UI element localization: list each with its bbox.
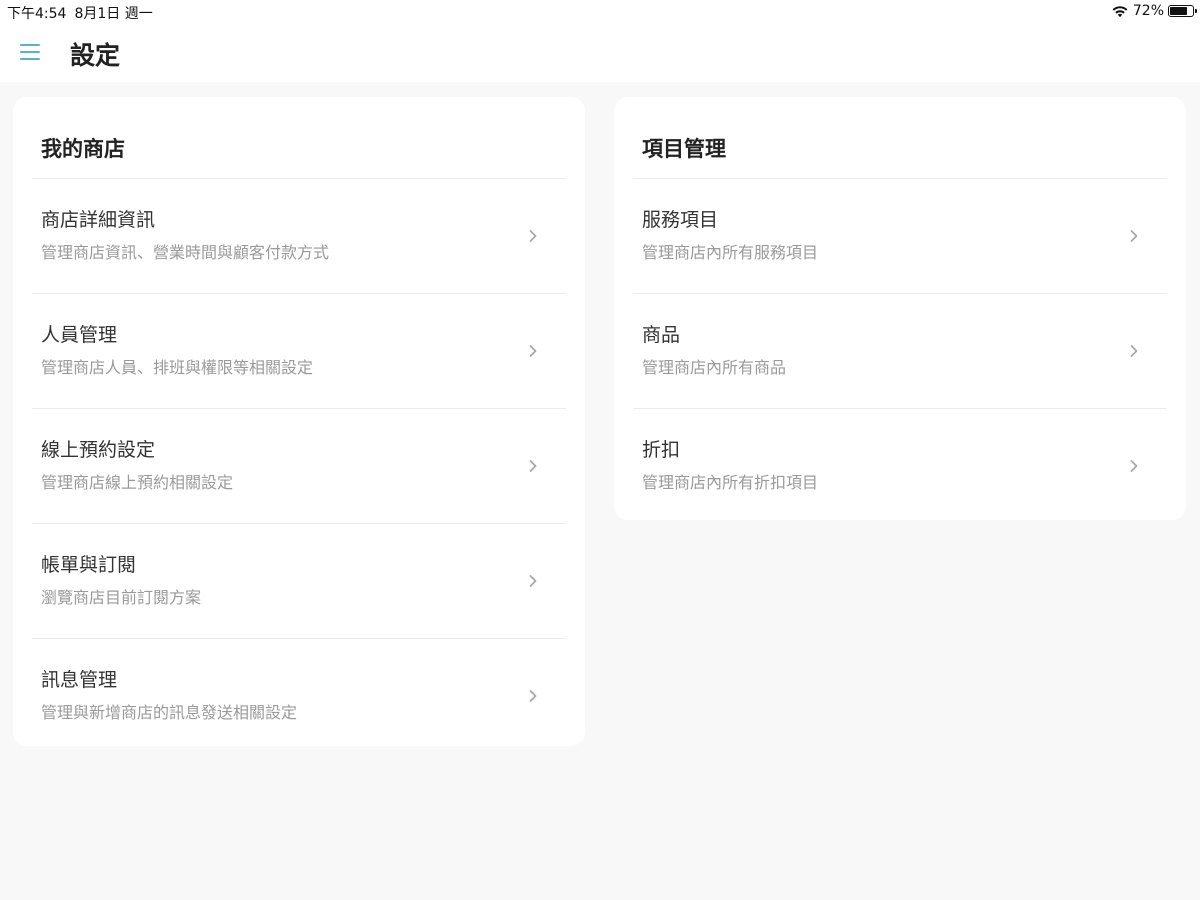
battery-level-fill [1170, 7, 1188, 15]
status-bar: 下午4:54 8月1日 週一 72% [0, 0, 1200, 24]
status-indicators: 72% [1111, 3, 1197, 19]
list-item-subtitle: 管理商店資訊、營業時間與顧客付款方式 [41, 243, 330, 262]
chevron-right-icon [1130, 230, 1138, 242]
my-store-title: 我的商店 [41, 137, 125, 161]
list-item-title: 服務項目 [642, 209, 719, 231]
chevron-right-icon [529, 690, 537, 702]
list-item-subtitle: 管理商店人員、排班與權限等相關設定 [41, 358, 314, 377]
list-item-title: 折扣 [642, 439, 681, 461]
staff-management-item[interactable]: 人員管理 管理商店人員、排班與權限等相關設定 [32, 293, 566, 408]
discounts-item[interactable]: 折扣 管理商店內所有折扣項目 [633, 408, 1167, 523]
billing-subscription-item[interactable]: 帳單與訂閱 瀏覽商店目前訂閱方案 [32, 523, 566, 638]
chevron-right-icon [1130, 345, 1138, 357]
chevron-right-icon [529, 230, 537, 242]
my-store-card: 我的商店 商店詳細資訊 管理商店資訊、營業時間與顧客付款方式 人員管理 管理商店… [13, 97, 585, 746]
list-item-subtitle: 管理商店內所有折扣項目 [642, 473, 819, 492]
item-management-list: 服務項目 管理商店內所有服務項目 商品 管理商店內所有商品 折扣 管理商店內所有… [633, 179, 1167, 523]
wifi-icon [1112, 6, 1128, 18]
chevron-right-icon [1130, 460, 1138, 472]
item-management-title: 項目管理 [642, 137, 726, 161]
list-item-subtitle: 管理商店線上預約相關設定 [41, 473, 234, 492]
list-item-title: 線上預約設定 [41, 439, 156, 461]
products-item[interactable]: 商品 管理商店內所有商品 [633, 293, 1167, 408]
page-title: 設定 [70, 41, 121, 70]
item-management-card: 項目管理 服務項目 管理商店內所有服務項目 商品 管理商店內所有商品 折扣 管理… [614, 97, 1186, 520]
battery-percent: 72% [1132, 3, 1164, 19]
list-item-subtitle: 瀏覽商店目前訂閱方案 [41, 588, 202, 607]
status-datetime: 下午4:54 8月1日 週一 [7, 3, 161, 23]
message-management-item[interactable]: 訊息管理 管理與新增商店的訊息發送相關設定 [32, 638, 566, 753]
list-item-subtitle: 管理商店內所有服務項目 [642, 243, 819, 262]
online-booking-item[interactable]: 線上預約設定 管理商店線上預約相關設定 [32, 408, 566, 523]
list-item-title: 商品 [642, 324, 681, 346]
chevron-right-icon [529, 345, 537, 357]
chevron-right-icon [529, 575, 537, 587]
my-store-list: 商店詳細資訊 管理商店資訊、營業時間與顧客付款方式 人員管理 管理商店人員、排班… [32, 179, 566, 753]
list-item-subtitle: 管理商店內所有商品 [642, 358, 787, 377]
list-item-title: 訊息管理 [41, 669, 118, 691]
list-item-title: 人員管理 [41, 324, 118, 346]
list-item-subtitle: 管理與新增商店的訊息發送相關設定 [41, 703, 298, 722]
chevron-right-icon [529, 460, 537, 472]
status-date: 8月1日 週一 [74, 6, 153, 22]
list-item-title: 商店詳細資訊 [41, 209, 156, 231]
menu-icon[interactable] [20, 43, 40, 61]
services-item[interactable]: 服務項目 管理商店內所有服務項目 [633, 179, 1167, 293]
status-time: 下午4:54 [7, 6, 67, 22]
store-details-item[interactable]: 商店詳細資訊 管理商店資訊、營業時間與顧客付款方式 [32, 179, 566, 293]
header: 設定 [0, 24, 1200, 82]
battery-icon [1168, 5, 1197, 17]
list-item-title: 帳單與訂閱 [41, 554, 137, 576]
